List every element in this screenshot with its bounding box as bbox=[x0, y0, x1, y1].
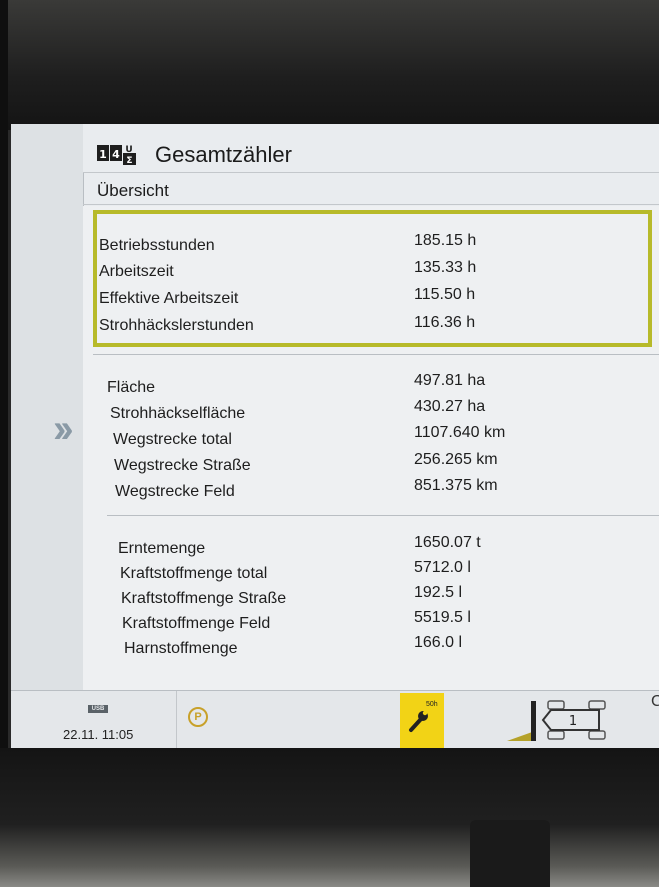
section-title: Übersicht bbox=[97, 181, 169, 200]
counter-label: Strohhäckselfläche bbox=[110, 405, 246, 422]
counter-value: 851.375 km bbox=[414, 477, 498, 494]
counter-label: Harnstoffmenge bbox=[124, 640, 238, 657]
counter-label: Strohhäckslerstunden bbox=[99, 317, 254, 334]
counter-value: 166.0 l bbox=[414, 634, 463, 651]
group-divider bbox=[93, 354, 659, 355]
counter-value: 256.265 km bbox=[414, 451, 498, 468]
device-mount bbox=[470, 820, 550, 887]
date-time: 22.11. 11:05 bbox=[63, 727, 134, 742]
counter-value: 430.27 ha bbox=[414, 398, 486, 415]
counter-label: Kraftstoffmenge total bbox=[120, 565, 268, 582]
svg-text:Σ: Σ bbox=[126, 156, 132, 166]
parking-brake-icon: P bbox=[188, 707, 208, 727]
side-panel: ›› bbox=[11, 124, 84, 690]
counter-value: 5712.0 l bbox=[414, 559, 471, 576]
counter-value: 135.33 h bbox=[414, 259, 477, 276]
wrench-icon bbox=[409, 710, 428, 732]
counter-label: Erntemenge bbox=[118, 540, 206, 557]
counter-value: 192.5 l bbox=[414, 584, 463, 601]
group-divider bbox=[107, 515, 659, 516]
svg-text:4: 4 bbox=[112, 148, 120, 161]
counter-value: 1107.640 km bbox=[414, 424, 506, 441]
expand-chevron-icon[interactable]: ›› bbox=[53, 409, 73, 449]
total-counter-icon: 1 4 U Σ bbox=[97, 145, 136, 166]
page-title: Gesamtzähler bbox=[155, 142, 292, 167]
counter-label: Effektive Arbeitszeit bbox=[99, 290, 239, 307]
counter-label: Kraftstoffmenge Straße bbox=[121, 590, 287, 607]
usb-icon: USB bbox=[88, 705, 108, 713]
edge-glyph: C bbox=[651, 693, 659, 710]
svg-text:U: U bbox=[125, 145, 132, 155]
counter-value: 5519.5 l bbox=[414, 609, 471, 626]
terminal-screen: ›› 1 4 U Σ Gesamtzähler Übersicht Betrie… bbox=[11, 124, 659, 748]
counter-label: Wegstrecke total bbox=[113, 431, 232, 448]
page-header: 1 4 U Σ Gesamtzähler bbox=[83, 124, 659, 173]
status-bar: USB 22.11. 11:05 P 50h 1 C bbox=[11, 690, 659, 748]
counter-value: 1650.07 t bbox=[414, 534, 481, 551]
status-divider bbox=[176, 691, 177, 748]
counter-label: Fläche bbox=[107, 379, 156, 396]
counter-panel: Betriebsstunden 185.15 h Arbeitszeit 135… bbox=[83, 206, 659, 690]
gear-indicator: 1 bbox=[569, 714, 577, 729]
counter-value: 115.50 h bbox=[414, 286, 476, 303]
device-bezel-top bbox=[0, 0, 659, 130]
device-bezel-bottom bbox=[0, 748, 659, 887]
machine-status-icon[interactable]: 1 bbox=[505, 697, 625, 745]
section-header: Übersicht bbox=[83, 174, 659, 205]
counter-value: 185.15 h bbox=[414, 232, 477, 249]
counter-label: Kraftstoffmenge Feld bbox=[122, 615, 271, 632]
counter-label: Wegstrecke Feld bbox=[115, 483, 235, 500]
counter-label: Betriebsstunden bbox=[99, 237, 215, 254]
counter-value: 497.81 ha bbox=[414, 372, 486, 389]
svg-text:1: 1 bbox=[99, 148, 107, 161]
service-interval-button[interactable]: 50h bbox=[400, 693, 444, 748]
counter-value: 116.36 h bbox=[414, 314, 476, 331]
counter-label: Arbeitszeit bbox=[99, 263, 174, 280]
counter-label: Wegstrecke Straße bbox=[114, 457, 251, 474]
